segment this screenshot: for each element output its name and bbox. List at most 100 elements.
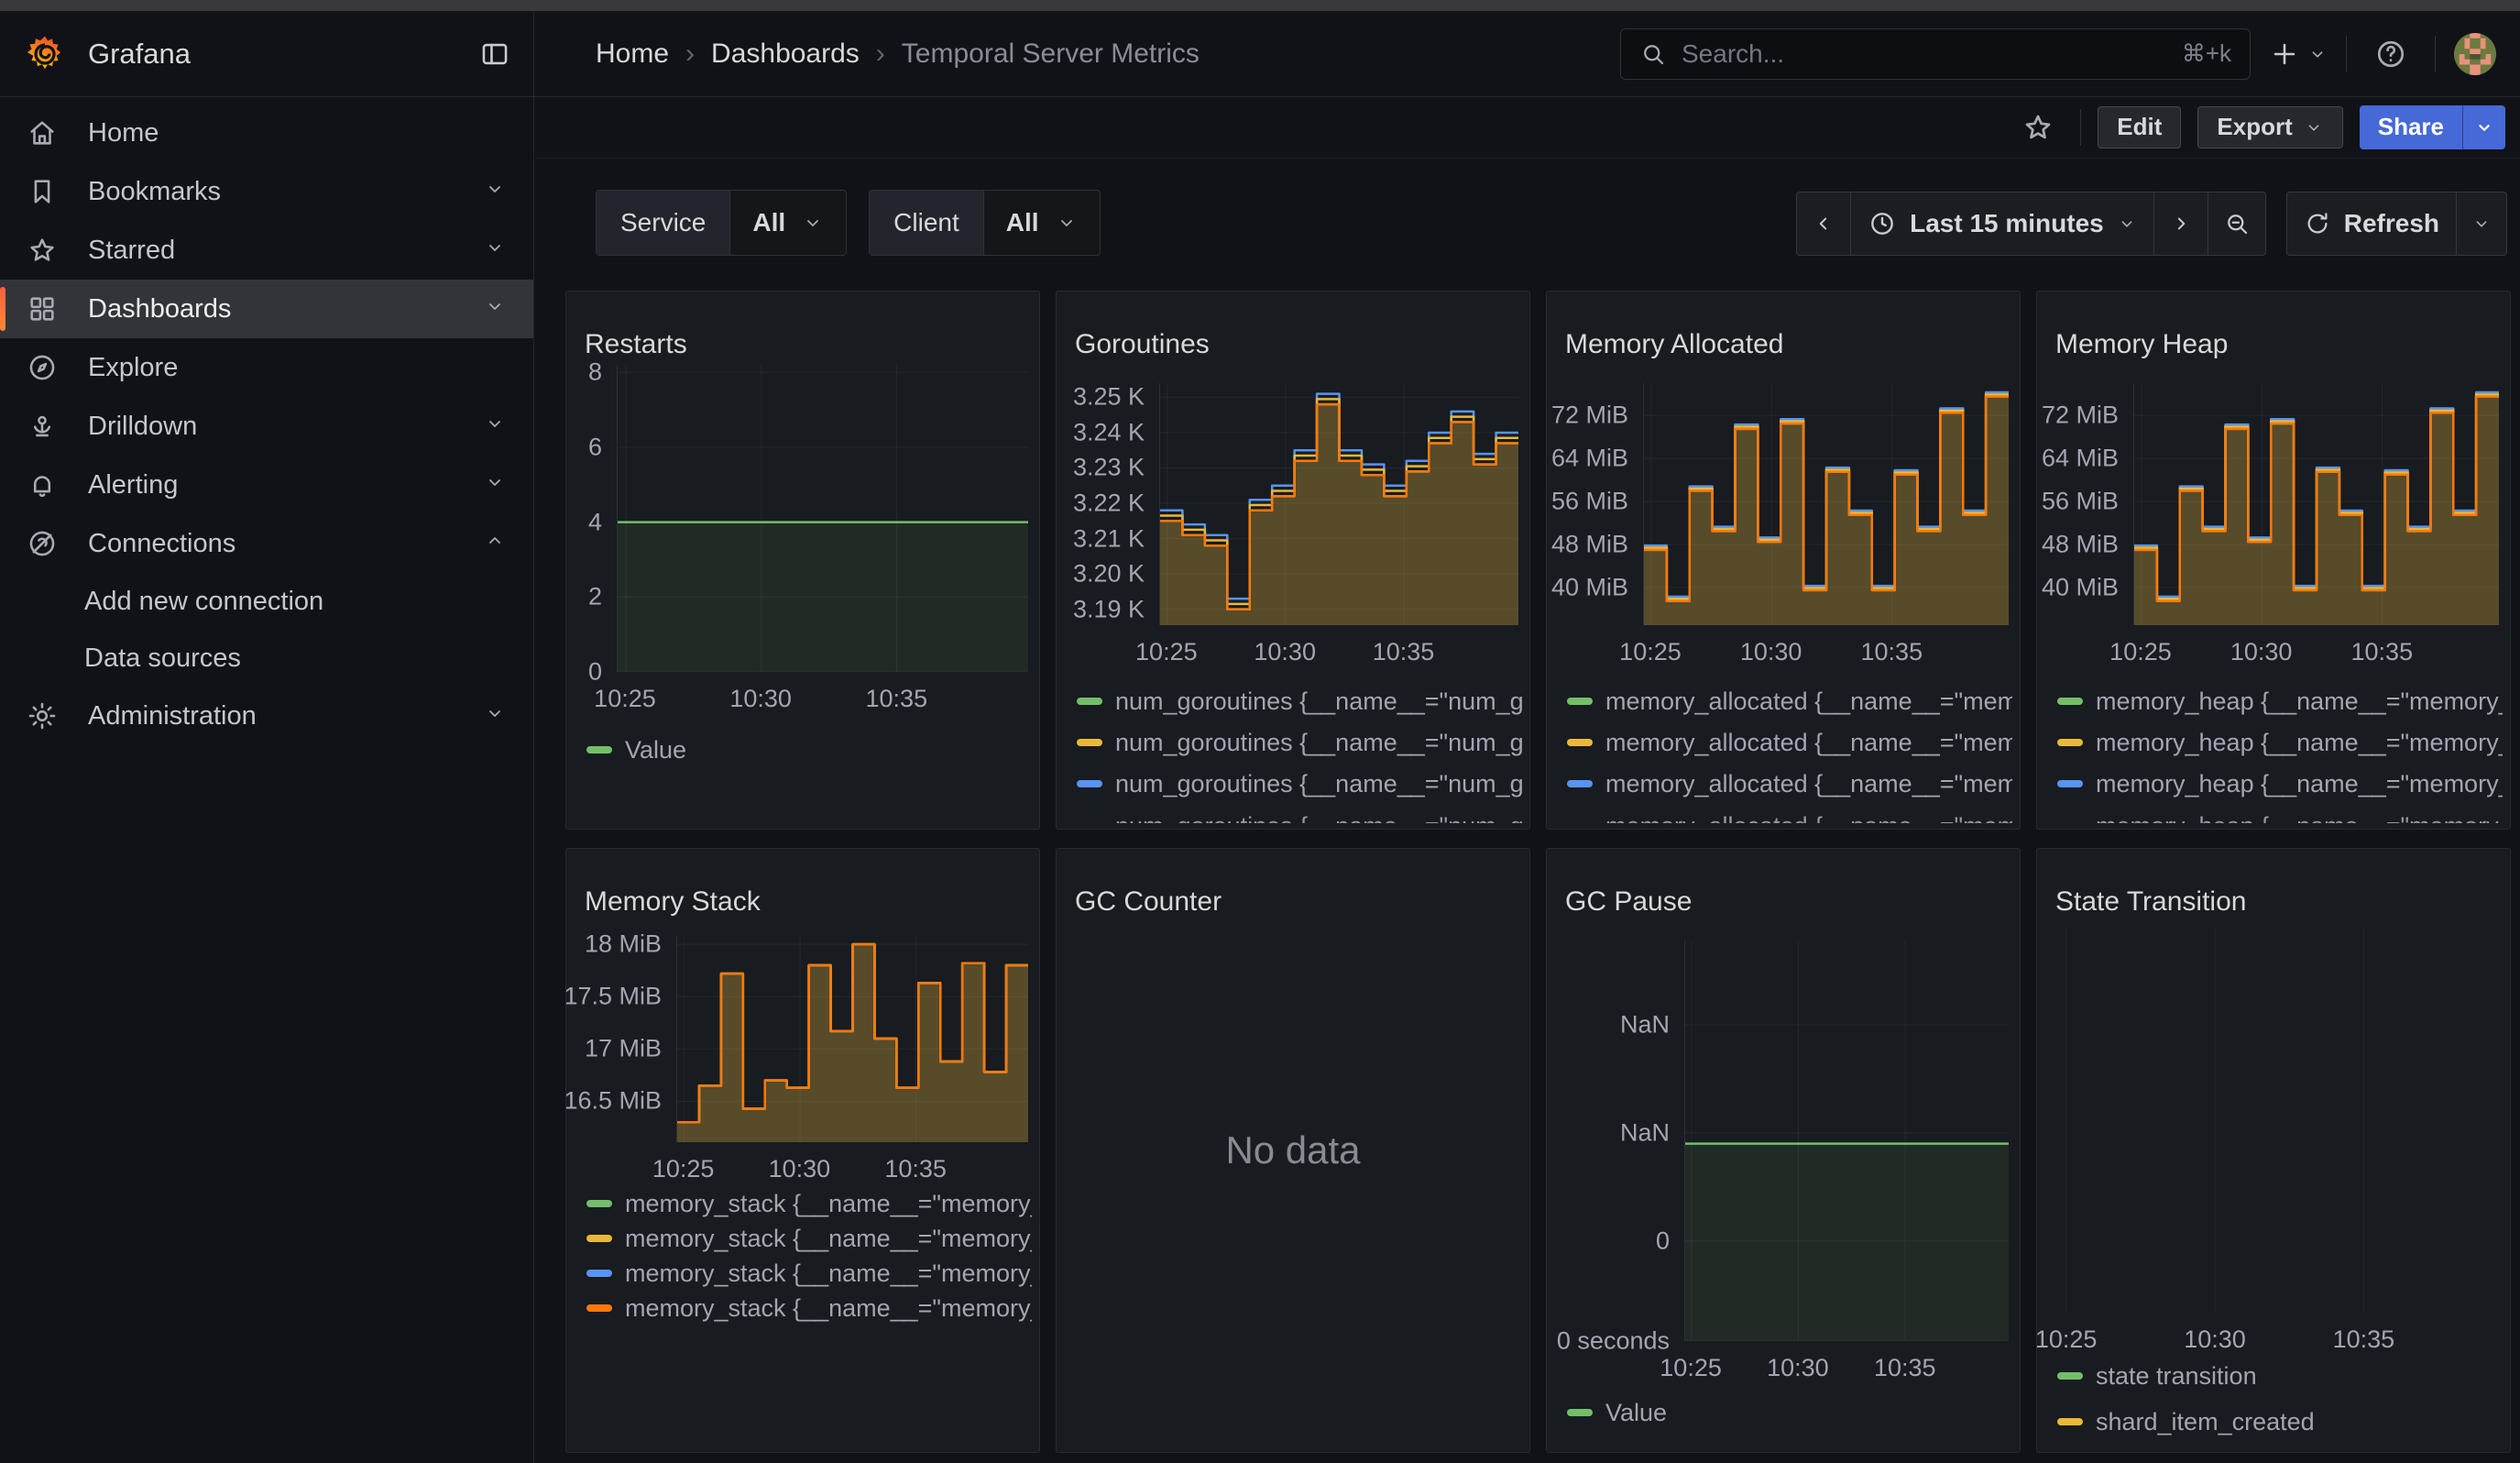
legend-swatch (1567, 698, 1593, 705)
chevron-down-icon (484, 471, 506, 493)
sidebar-item-label: Drilldown (88, 412, 197, 442)
legend-swatch (2057, 698, 2083, 705)
time-range-picker[interactable]: Last 15 minutes (1850, 192, 2154, 256)
search-shortcut: ⌘+k (2182, 39, 2231, 68)
x-tick-label: 10:30 (1740, 638, 1802, 666)
legend-item-clipped: num_goroutines {__name__="num_go (1077, 811, 1522, 823)
chart-plot[interactable] (1684, 940, 2009, 1341)
new-button[interactable] (2269, 38, 2328, 70)
chart-plot[interactable] (1159, 383, 1518, 625)
favorite-button[interactable] (2012, 102, 2064, 153)
variable-value-dropdown[interactable]: All (729, 191, 846, 255)
share-menu-button[interactable] (2462, 105, 2505, 149)
legend-swatch (1077, 698, 1102, 705)
legend-swatch (1567, 780, 1593, 787)
avatar[interactable] (2454, 33, 2496, 75)
top-nav: Grafana Home › Dashboards › Temporal Ser… (0, 11, 2520, 97)
legend-item[interactable]: state transition (2057, 1362, 2503, 1390)
sidebar-item-label: Home (88, 118, 159, 148)
chart-plot[interactable] (676, 936, 1028, 1142)
legend-item[interactable]: memory_allocated {__name__="memo (1567, 688, 2012, 715)
sidebar-item-dashboards[interactable]: Dashboards (0, 280, 533, 338)
sidebar-item-explore[interactable]: Explore (0, 338, 533, 397)
legend-item[interactable]: memory_allocated {__name__="memo (1567, 770, 2012, 798)
legend-item[interactable]: num_goroutines {__name__="num_go (1077, 729, 1522, 756)
legend: Value (1567, 1399, 2012, 1426)
x-tick-label: 10:35 (2351, 638, 2414, 666)
x-axis: 10:2510:3010:35 (1643, 638, 2009, 671)
sidebar-item-connections[interactable]: Connections (0, 514, 533, 573)
panel-goroutines: Goroutines 3.25 K3.24 K3.23 K3.22 K3.21 … (1056, 291, 1530, 830)
y-tick-label: 3.19 K (1073, 595, 1145, 623)
time-back-button[interactable] (1796, 192, 1851, 256)
search-icon (1639, 40, 1667, 68)
sidebar-item-data-sources[interactable]: Data sources (0, 630, 533, 687)
edit-button[interactable]: Edit (2098, 106, 2181, 148)
sidebar-item-alerting[interactable]: Alerting (0, 456, 533, 514)
time-forward-button[interactable] (2153, 192, 2208, 256)
divider (2435, 36, 2436, 72)
chart-gc-pause: NaNNaN00 seconds10:2510:3010:35 (1547, 849, 2020, 1452)
sidebar-chevron (484, 701, 506, 732)
legend-item[interactable]: memory_stack {__name__="memory_s (586, 1294, 1032, 1322)
y-tick-label: 17.5 MiB (565, 983, 662, 1011)
help-button[interactable] (2365, 28, 2416, 80)
legend-item[interactable]: shard_item_created (2057, 1408, 2503, 1436)
chevron-up-icon (484, 530, 506, 552)
legend-item[interactable]: memory_allocated {__name__="memo (1567, 729, 2012, 756)
legend-label: memory_stack {__name__="memory_s (625, 1190, 1032, 1217)
sidebar-item-administration[interactable]: Administration (0, 687, 533, 745)
sidebar-item-starred[interactable]: Starred (0, 221, 533, 280)
refresh-interval-button[interactable] (2456, 192, 2507, 256)
legend-item[interactable]: Value (1567, 1399, 2012, 1426)
sidebar-item-add-new-connection[interactable]: Add new connection (0, 573, 533, 630)
legend-item[interactable]: memory_stack {__name__="memory_s (586, 1260, 1032, 1287)
legend-swatch (2057, 1372, 2083, 1380)
search-input[interactable] (1680, 38, 2169, 70)
legend-item[interactable]: memory_heap {__name__="memory_h (2057, 770, 2503, 798)
star-icon (2021, 111, 2054, 144)
grafana-logo[interactable] (24, 33, 66, 75)
y-axis: 18 MiB17.5 MiB17 MiB16.5 MiB (566, 936, 676, 1142)
y-axis: 86420 (566, 365, 617, 672)
breadcrumb-dashboards[interactable]: Dashboards (711, 38, 860, 70)
chart-plot[interactable] (2048, 928, 2499, 1313)
legend: state transition shard_item_created (2057, 1362, 2503, 1436)
legend-label: memory_stack {__name__="memory_s (625, 1260, 1032, 1287)
chevron-down-icon (1056, 212, 1078, 234)
legend-label: num_goroutines {__name__="num_go (1115, 688, 1522, 715)
legend-item[interactable]: memory_heap {__name__="memory_h (2057, 729, 2503, 756)
legend-item[interactable]: Value (586, 736, 1032, 764)
legend-item[interactable]: num_goroutines {__name__="num_go (1077, 688, 1522, 715)
chart-plot[interactable] (1643, 383, 2009, 625)
share-button[interactable]: Share (2360, 105, 2462, 149)
legend-swatch (1077, 739, 1102, 746)
export-button[interactable]: Export (2197, 106, 2342, 148)
x-tick-label: 10:25 (652, 1155, 715, 1183)
chevron-left-icon (1812, 212, 1835, 236)
chevron-down-icon (2304, 117, 2324, 138)
x-axis: 10:2510:3010:35 (2048, 1326, 2499, 1358)
y-tick-label: 56 MiB (2042, 488, 2119, 516)
legend-label: num_goroutines {__name__="num_go (1115, 770, 1522, 798)
legend-item[interactable]: memory_stack {__name__="memory_s (586, 1225, 1032, 1252)
legend-item[interactable]: memory_stack {__name__="memory_s (586, 1190, 1032, 1217)
legend-label: Value (625, 736, 686, 764)
chart-plot[interactable] (2133, 383, 2499, 625)
zoom-out-button[interactable] (2208, 192, 2266, 256)
search-box[interactable]: ⌘+k (1620, 28, 2251, 80)
variable-value-dropdown[interactable]: All (983, 191, 1100, 255)
y-tick-label: 0 (588, 658, 602, 687)
collapse-sidebar-button[interactable] (469, 28, 520, 80)
sidebar-item-bookmarks[interactable]: Bookmarks (0, 162, 533, 221)
chart-plot[interactable] (617, 365, 1028, 672)
legend-item-clipped: memory_allocated {__name__="memo (1567, 811, 2012, 823)
refresh-button[interactable]: Refresh (2286, 192, 2457, 256)
legend-item[interactable]: num_goroutines {__name__="num_go (1077, 770, 1522, 798)
sidebar-item-home[interactable]: Home (0, 104, 533, 162)
breadcrumb-home[interactable]: Home (596, 38, 669, 70)
y-tick-label: 56 MiB (1551, 488, 1628, 516)
legend-item[interactable]: memory_heap {__name__="memory_h (2057, 688, 2503, 715)
home-icon (27, 117, 58, 148)
sidebar-item-drilldown[interactable]: Drilldown (0, 397, 533, 456)
